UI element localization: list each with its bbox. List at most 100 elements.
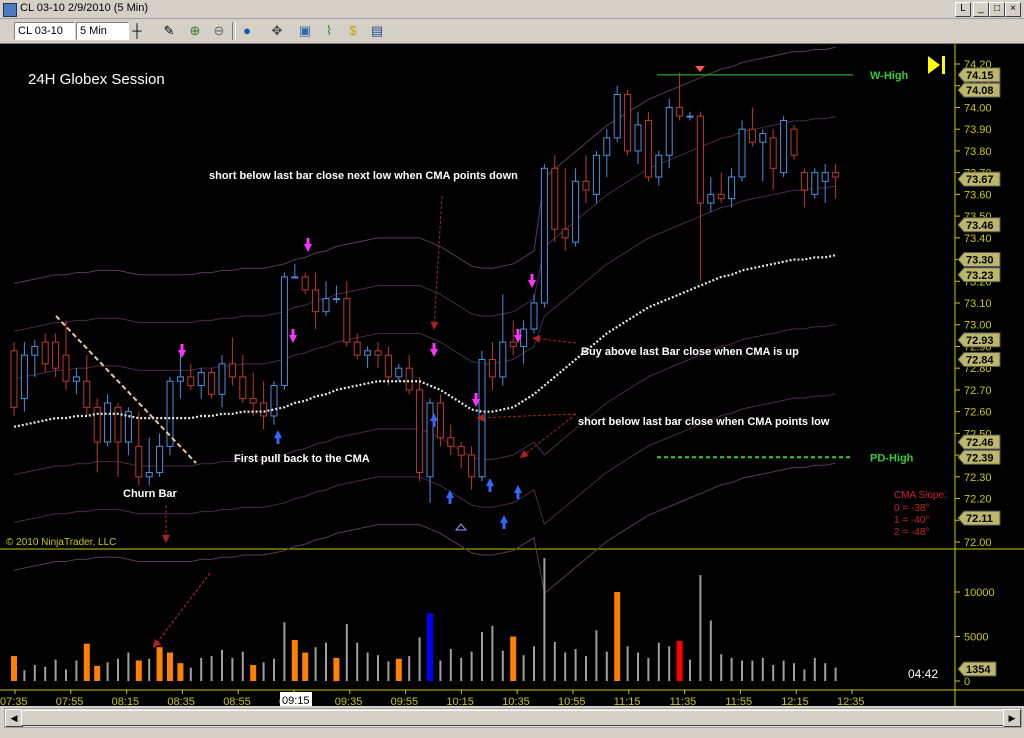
volume-bar [427,613,433,681]
globe-icon[interactable]: ● [238,22,256,40]
candle-body [592,154,600,195]
volume-bar [510,636,517,681]
close-button[interactable]: × [1005,2,1021,17]
volume-bar [387,661,390,681]
volume-bar [501,650,504,681]
scroll-right-button[interactable]: ▶ [1003,709,1021,727]
cma-slope-line: 2 = -48° [894,527,929,538]
candle-body [374,350,382,356]
candle-body [696,115,704,204]
volume-tick-label: 5000 [964,632,988,644]
price-marker-label: 73.67 [966,174,994,186]
candle-body [197,372,205,387]
copyright-text: © 2010 NinjaTrader, LLC [6,537,116,548]
candle-body [249,398,257,404]
volume-bar [75,660,78,681]
volume-bar [470,651,473,681]
data-box-icon[interactable]: ▤ [368,22,386,40]
zoom-out-icon[interactable]: ⊖ [210,22,228,40]
pencil-draw-icon[interactable]: ✎ [160,22,178,40]
bar-countdown: 04:42 [908,667,938,681]
time-tick-label: 09:35 [335,696,363,706]
price-tick-label: 73.90 [964,124,992,136]
crosshair-icon[interactable]: ✥ [268,22,286,40]
candle-body [260,402,268,417]
time-tick-label: 10:55 [558,696,586,706]
candle-body [613,93,621,139]
bar-type-icon[interactable]: ┼ [128,22,146,40]
time-tick-label: 08:55 [223,696,251,706]
candle-body [312,289,320,313]
candle-body [665,106,673,156]
volume-bar [637,652,639,681]
minimize-button[interactable]: _ [973,2,989,17]
candle-body [436,402,444,439]
candle-body [447,437,455,447]
candle-body [166,380,174,447]
volume-bar [241,651,244,681]
volume-bar [614,592,621,681]
candle-body [416,389,424,473]
volume-bar [439,660,442,681]
volume-bar [605,651,608,681]
candle-body [676,106,684,117]
volume-bar [325,642,327,681]
volume-bar [709,620,712,681]
candle-body [748,128,756,143]
volume-bar [824,663,827,681]
strategy-icon[interactable]: $ [344,22,362,40]
link-button[interactable]: L [955,2,971,17]
volume-bar [585,656,587,681]
chart-title: 24H Globex Session [28,71,165,88]
time-tick-label: 07:55 [56,696,84,706]
annotation-text: short below last bar close next low when… [209,170,518,182]
price-marker-label: 72.93 [966,335,994,347]
volume-bar [491,625,494,681]
volume-bar [189,667,192,681]
volume-bar [668,646,671,681]
candle-body [634,124,642,152]
price-marker-label: 72.84 [966,354,994,366]
time-tick-label: 11:55 [725,696,752,706]
volume-bar [94,665,101,681]
properties-icon[interactable]: ▣ [296,22,314,40]
volume-bar [813,657,816,681]
candle-body [655,154,663,178]
volume-bar [65,669,67,681]
maximize-button[interactable]: □ [989,2,1005,17]
time-tick-label: 11:35 [670,696,697,706]
interval-selector[interactable]: 5 Min [76,22,129,40]
zoom-in-icon[interactable]: ⊕ [186,22,204,40]
cursor-time-label: 09:15 [282,695,310,706]
indicators-icon[interactable]: ⌇ [320,22,338,40]
candle-body [52,341,60,369]
volume-bar [720,654,723,681]
price-chart[interactable]: W-High PD-High 24H Globex Session short bel… [0,44,1024,706]
volume-bar [543,558,546,681]
candle-body [811,172,819,195]
candle-body [603,137,611,156]
volume-bar [408,656,411,681]
volume-bar [553,641,556,681]
scroll-thumb[interactable] [21,710,1013,726]
candle-body [176,376,184,382]
candle-body [239,376,247,400]
annotation-text: First pull back to the CMA [234,453,370,465]
candle-body [530,302,538,330]
candle-body [769,137,777,169]
time-tick-label: 10:15 [446,696,474,706]
candle-body [280,276,288,387]
volume-bar [772,664,775,681]
horizontal-scrollbar[interactable]: ◀ ▶ [4,708,1022,728]
instrument-selector[interactable]: CL 03-10 [14,22,75,40]
volume-bar [741,660,743,681]
candle-body [509,341,517,347]
volume-bar [33,664,36,681]
volume-bar [333,657,340,681]
candle-body [738,128,746,178]
candle-body [499,341,507,378]
volume-bar [23,670,26,681]
volume-bar [460,657,463,681]
candle-body [686,115,694,118]
volume-bar [83,643,90,681]
